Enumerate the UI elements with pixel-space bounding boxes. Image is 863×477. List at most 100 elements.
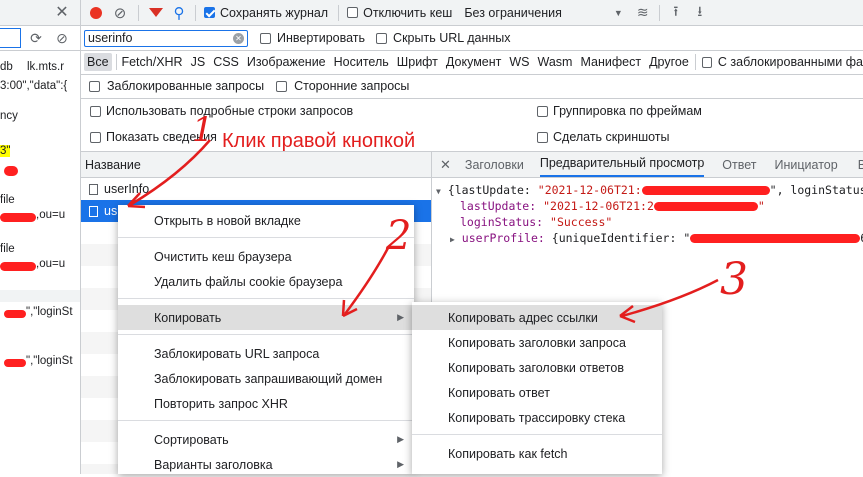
menu-copy-as-fetch[interactable]: Копировать как fetch <box>412 441 662 466</box>
group-frames-label: Группировка по фреймам <box>553 104 702 118</box>
screenshots-checkbox[interactable] <box>537 132 548 143</box>
menu-open-new-tab[interactable]: Открыть в новой вкладке <box>118 208 414 233</box>
close-detail-icon[interactable]: ✕ <box>440 157 451 173</box>
menu-block-url[interactable]: Заблокировать URL запроса <box>118 341 414 366</box>
table-row[interactable]: userInfo <box>81 178 431 200</box>
annotation-number-3: 3 <box>720 254 748 305</box>
blocked-requests-label: Заблокированные запросы <box>107 79 265 93</box>
refresh-icon[interactable]: ⟳ <box>26 28 46 48</box>
close-icon[interactable]: ✕ <box>52 2 72 22</box>
filter-input-value: userinfo <box>88 31 133 45</box>
tab-more[interactable]: В <box>858 158 863 172</box>
console-line: file <box>0 194 15 206</box>
preserve-log-checkbox[interactable] <box>204 7 215 18</box>
preview-line[interactable]: ▼ {lastUpdate: "2021-12-06T21: ", loginSt… <box>436 183 863 197</box>
upload-icon[interactable]: ⭱ <box>666 3 686 23</box>
filter-bar: userinfo ✕ Инвертировать Скрыть URL данн… <box>81 26 863 51</box>
preview-line: lastUpdate: "2021-12-06T21:2 " <box>460 199 765 213</box>
console-line: ,ou=u <box>36 209 66 221</box>
type-js[interactable]: JS <box>191 55 206 69</box>
menu-copy-stack-trace[interactable]: Копировать трассировку стека <box>412 405 662 430</box>
json-key: loginStatus: <box>460 215 551 229</box>
big-rows-checkbox[interactable] <box>90 106 101 117</box>
menu-copy-request-headers[interactable]: Копировать заголовки запроса <box>412 330 662 355</box>
clear-icon[interactable]: ⊘ <box>110 3 130 23</box>
name-column-header[interactable]: Название <box>81 152 431 178</box>
disable-cache-checkbox[interactable] <box>347 7 359 18</box>
detail-tabs: ✕ Заголовки Предварительный просмотр Отв… <box>432 152 863 178</box>
redaction-mark <box>4 359 26 367</box>
overview-checkbox[interactable] <box>90 132 101 143</box>
download-icon[interactable]: ⭳ <box>690 3 710 23</box>
console-line: ","loginSt <box>26 306 73 318</box>
menu-header-options[interactable]: Варианты заголовка ▶ <box>118 452 414 477</box>
big-rows-label: Использовать подробные строки запросов <box>106 104 354 118</box>
console-line: db <box>0 61 13 73</box>
json-string: "2021-12-06T21:2 <box>543 199 654 213</box>
console-line: lk.mts.r <box>27 61 65 73</box>
menu-block-domain[interactable]: Заблокировать запрашивающий домен <box>118 366 414 391</box>
type-img[interactable]: Изображение <box>247 55 326 69</box>
annotation-text: Клик правой кнопкой <box>222 130 416 152</box>
redaction-mark <box>690 234 861 243</box>
menu-copy[interactable]: Копировать ▶ <box>118 305 414 330</box>
json-key: lastUpdate: <box>460 199 544 213</box>
hide-data-urls-checkbox[interactable] <box>376 32 388 44</box>
type-ws[interactable]: WS <box>509 55 529 69</box>
block-icon[interactable]: ⊘ <box>52 28 72 48</box>
menu-clear-cache[interactable]: Очистить кеш браузера <box>118 244 414 269</box>
search-icon[interactable]: ⚲ <box>169 3 189 23</box>
type-fetch-xhr[interactable]: Fetch/XHR <box>121 55 182 69</box>
wifi-settings-icon[interactable]: ≋ <box>633 3 653 23</box>
type-all[interactable]: Все <box>84 53 112 71</box>
tab-response[interactable]: Ответ <box>722 158 756 172</box>
record-icon[interactable] <box>90 6 102 19</box>
tab-headers[interactable]: Заголовки <box>465 158 524 172</box>
blocked-cookies-checkbox[interactable] <box>701 56 712 68</box>
type-doc[interactable]: Документ <box>446 55 501 69</box>
context-menu: Открыть в новой вкладке Очистить кеш бра… <box>118 205 414 474</box>
menu-sort[interactable]: Сортировать ▶ <box>118 427 414 452</box>
invert-checkbox[interactable] <box>260 32 271 44</box>
type-other[interactable]: Другое <box>649 55 689 69</box>
request-name: userInfo <box>104 182 150 196</box>
annotation-number-2: 2 <box>386 213 412 259</box>
menu-copy-response[interactable]: Копировать ответ <box>412 380 662 405</box>
left-console-panel: ✕ ⟳ ⊘ db lk.mts.r 3:00","data":{ ncy 3" … <box>0 0 81 474</box>
third-party-checkbox[interactable] <box>276 80 288 92</box>
menu-replay-xhr[interactable]: Повторить запрос XHR <box>118 391 414 416</box>
request-name: us <box>104 204 118 218</box>
tab-initiator[interactable]: Инициатор <box>775 158 838 172</box>
filter-input[interactable]: userinfo ✕ <box>84 29 248 47</box>
blocked-requests-checkbox[interactable] <box>89 80 100 92</box>
console-line: 3" <box>0 145 11 157</box>
menu-copy-link[interactable]: Копировать адрес ссылки <box>412 305 662 330</box>
submenu-arrow-icon: ▶ <box>397 459 404 469</box>
chevron-down-icon: ▼ <box>613 7 623 18</box>
redaction-mark <box>653 202 758 211</box>
third-party-label: Сторонние запросы <box>294 79 410 93</box>
preview-line[interactable]: ▶ userProfile: {uniqueIdentifier: "6 <box>450 231 863 245</box>
type-css[interactable]: CSS <box>213 55 239 69</box>
json-string: "2021-12-06T21: <box>537 183 642 197</box>
type-font[interactable]: Шрифт <box>397 55 438 69</box>
menu-clear-cookies[interactable]: Удалить файлы cookie браузера <box>118 269 414 294</box>
left-filter-input[interactable] <box>0 28 21 48</box>
type-wasm[interactable]: Wasm <box>538 55 573 69</box>
type-manifest[interactable]: Манифест <box>580 55 641 69</box>
tab-preview[interactable]: Предварительный просмотр <box>539 152 705 177</box>
redaction-mark <box>4 166 18 176</box>
json-key: ", loginStatus: <box>769 183 863 197</box>
file-icon <box>89 205 98 217</box>
throttling-select[interactable]: Без ограничения ▼ <box>464 6 622 20</box>
redaction-mark <box>4 310 26 318</box>
blocked-row: Заблокированные запросы Сторонние запрос… <box>81 74 863 99</box>
json-key: {lastUpdate: <box>447 183 538 197</box>
blocked-cookies-label: С заблокированными фа <box>717 55 863 69</box>
type-media[interactable]: Носитель <box>334 55 389 69</box>
console-line: ","loginSt <box>26 355 73 367</box>
filter-icon[interactable] <box>149 8 163 17</box>
clear-filter-icon[interactable]: ✕ <box>233 32 244 44</box>
menu-copy-response-headers[interactable]: Копировать заголовки ответов <box>412 355 662 380</box>
group-frames-checkbox[interactable] <box>537 106 548 117</box>
